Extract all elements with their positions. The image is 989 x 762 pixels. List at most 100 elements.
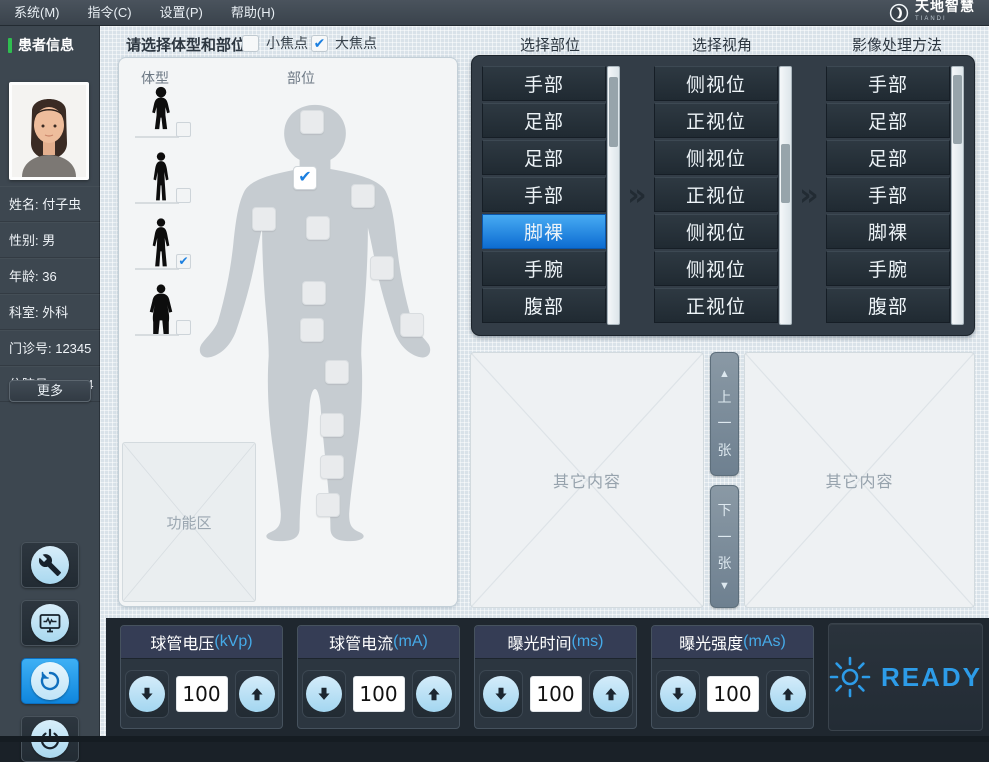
monitor-waveform-button[interactable] — [21, 600, 79, 646]
bottom-strip — [0, 736, 989, 742]
next-image-button[interactable]: 下一张 ▼ — [710, 485, 739, 608]
body-selection-panel: 体型 部位 ✔ ✔ 功能区 — [118, 57, 458, 607]
tube-current-decrease-button[interactable] — [302, 670, 346, 718]
previous-image-label: 上一张 — [718, 384, 732, 464]
wrench-icon — [31, 546, 69, 584]
list-item[interactable]: 侧视位 — [654, 140, 778, 175]
list-item[interactable]: 足部 — [482, 103, 606, 138]
body-type-checkbox[interactable] — [176, 320, 191, 335]
body-type-checkbox[interactable] — [176, 122, 191, 137]
body-type-checkbox[interactable]: ✔ — [176, 254, 191, 269]
flow-chevron-icon: » — [792, 178, 826, 213]
main-area: 请选择体型和部位 小焦点 ✔ 大焦点 选择部位 选择视角 影像处理方法 体型 部… — [100, 26, 989, 736]
list-item[interactable]: 腹部 — [482, 288, 606, 323]
body-part-point[interactable] — [252, 207, 276, 231]
tube-voltage-value[interactable]: 100 — [176, 676, 228, 712]
body-part-point[interactable] — [400, 313, 424, 337]
list-item[interactable]: 手部 — [826, 66, 950, 101]
body-part-point-checked[interactable]: ✔ — [293, 166, 317, 190]
previous-image-button[interactable]: ▲ 上一张 — [710, 352, 739, 476]
list-item[interactable]: 手腕 — [826, 251, 950, 286]
list-item[interactable]: 正视位 — [654, 103, 778, 138]
tube-voltage-increase-button[interactable] — [235, 670, 279, 718]
list-scrollbar[interactable] — [607, 66, 620, 325]
patient-field: 门诊号: 12345 — [0, 330, 100, 366]
body-type-heavy[interactable] — [129, 284, 193, 336]
monitor-waveform-icon — [31, 604, 69, 642]
patient-sidebar: 患者信息 姓名: 付子虫性别: 男年龄: 36科室: 外科门诊号: 12345住… — [0, 26, 100, 736]
list-item[interactable]: 脚裸 — [826, 214, 950, 249]
body-type-checkbox[interactable] — [176, 188, 191, 203]
patient-field: 姓名: 付子虫 — [0, 186, 100, 222]
body-part-point[interactable] — [351, 184, 375, 208]
menu-item[interactable]: 系统(M) — [0, 0, 74, 26]
exposure-intensity-increase-button[interactable] — [766, 670, 810, 718]
down-arrow-icon — [483, 676, 519, 712]
list-item[interactable]: 手部 — [482, 66, 606, 101]
list-item[interactable]: 正视位 — [654, 177, 778, 212]
tube-current-label: 球管电流(mA) — [298, 626, 459, 659]
list-item[interactable]: 侧视位 — [654, 66, 778, 101]
exposure-footer: 球管电压(kVp)100球管电流(mA)100曝光时间(ms)100曝光强度(m… — [106, 618, 989, 736]
menu-item[interactable]: 帮助(H) — [217, 0, 289, 26]
list-item[interactable]: 侧视位 — [654, 214, 778, 249]
exposure-intensity-value[interactable]: 100 — [707, 676, 759, 712]
body-part-header: 部位 — [287, 68, 315, 88]
up-arrow-icon — [770, 676, 806, 712]
body-type-child[interactable] — [129, 86, 193, 138]
selection-lists-panel: 手部足部足部手部脚裸手腕腹部»侧视位正视位侧视位正视位侧视位侧视位正视位»手部足… — [471, 55, 975, 336]
menu-item[interactable]: 指令(C) — [74, 0, 146, 26]
patient-field: 年龄: 36 — [0, 258, 100, 294]
body-part-point[interactable] — [300, 110, 324, 134]
list-item[interactable]: 足部 — [826, 103, 950, 138]
body-part-point[interactable] — [306, 216, 330, 240]
list-item[interactable]: 手部 — [826, 177, 950, 212]
exposure-time-value[interactable]: 100 — [530, 676, 582, 712]
up-arrow-icon — [416, 676, 452, 712]
exposure-time-decrease-button[interactable] — [479, 670, 523, 718]
list-item[interactable]: 手部 — [482, 177, 606, 212]
top-bar: 请选择体型和部位 小焦点 ✔ 大焦点 选择部位 选择视角 影像处理方法 — [100, 26, 989, 56]
exposure-time-increase-button[interactable] — [589, 670, 633, 718]
body-part-point[interactable] — [300, 318, 324, 342]
reset-button[interactable] — [21, 658, 79, 704]
tube-voltage-decrease-button[interactable] — [125, 670, 169, 718]
list-item[interactable]: 手腕 — [482, 251, 606, 286]
body-type-medium[interactable]: ✔ — [129, 218, 193, 270]
menu-item[interactable]: 设置(P) — [146, 0, 217, 26]
scrollbar-thumb[interactable] — [609, 77, 618, 146]
ready-button[interactable]: READY — [828, 623, 983, 731]
body-part-point[interactable] — [320, 455, 344, 479]
body-part-point[interactable] — [302, 281, 326, 305]
sun-ready-icon — [829, 656, 871, 698]
list-item[interactable]: 侧视位 — [654, 251, 778, 286]
body-type-slim[interactable] — [129, 152, 193, 204]
body-part-point[interactable] — [370, 256, 394, 280]
list-item[interactable]: 足部 — [826, 140, 950, 175]
patient-portrait — [12, 85, 86, 177]
list-scrollbar[interactable] — [951, 66, 964, 325]
large-focus-checkbox[interactable]: ✔ 大焦点 — [311, 33, 377, 53]
list-item-selected[interactable]: 脚裸 — [482, 214, 606, 249]
scrollbar-thumb[interactable] — [953, 75, 962, 144]
checkbox-icon[interactable] — [242, 35, 259, 52]
wrench-button[interactable] — [21, 542, 79, 588]
list-item[interactable]: 足部 — [482, 140, 606, 175]
tube-current-value[interactable]: 100 — [353, 676, 405, 712]
list-item[interactable]: 正视位 — [654, 288, 778, 323]
checkbox-icon[interactable]: ✔ — [311, 35, 328, 52]
small-focus-checkbox[interactable]: 小焦点 — [242, 33, 308, 53]
logo-icon — [889, 3, 909, 23]
tube-current-increase-button[interactable] — [412, 670, 456, 718]
brand-name: 天地智慧 TIANDI — [915, 0, 975, 26]
body-part-point[interactable] — [325, 360, 349, 384]
body-part-point[interactable] — [320, 413, 344, 437]
patient-field: 科室: 外科 — [0, 294, 100, 330]
list-item[interactable]: 腹部 — [826, 288, 950, 323]
scrollbar-thumb[interactable] — [781, 144, 790, 203]
list-scrollbar[interactable] — [779, 66, 792, 325]
exposure-intensity-decrease-button[interactable] — [656, 670, 700, 718]
body-part-point[interactable] — [316, 493, 340, 517]
other-content-right: 其它内容 — [744, 352, 975, 608]
more-button[interactable]: 更多 — [9, 380, 91, 402]
